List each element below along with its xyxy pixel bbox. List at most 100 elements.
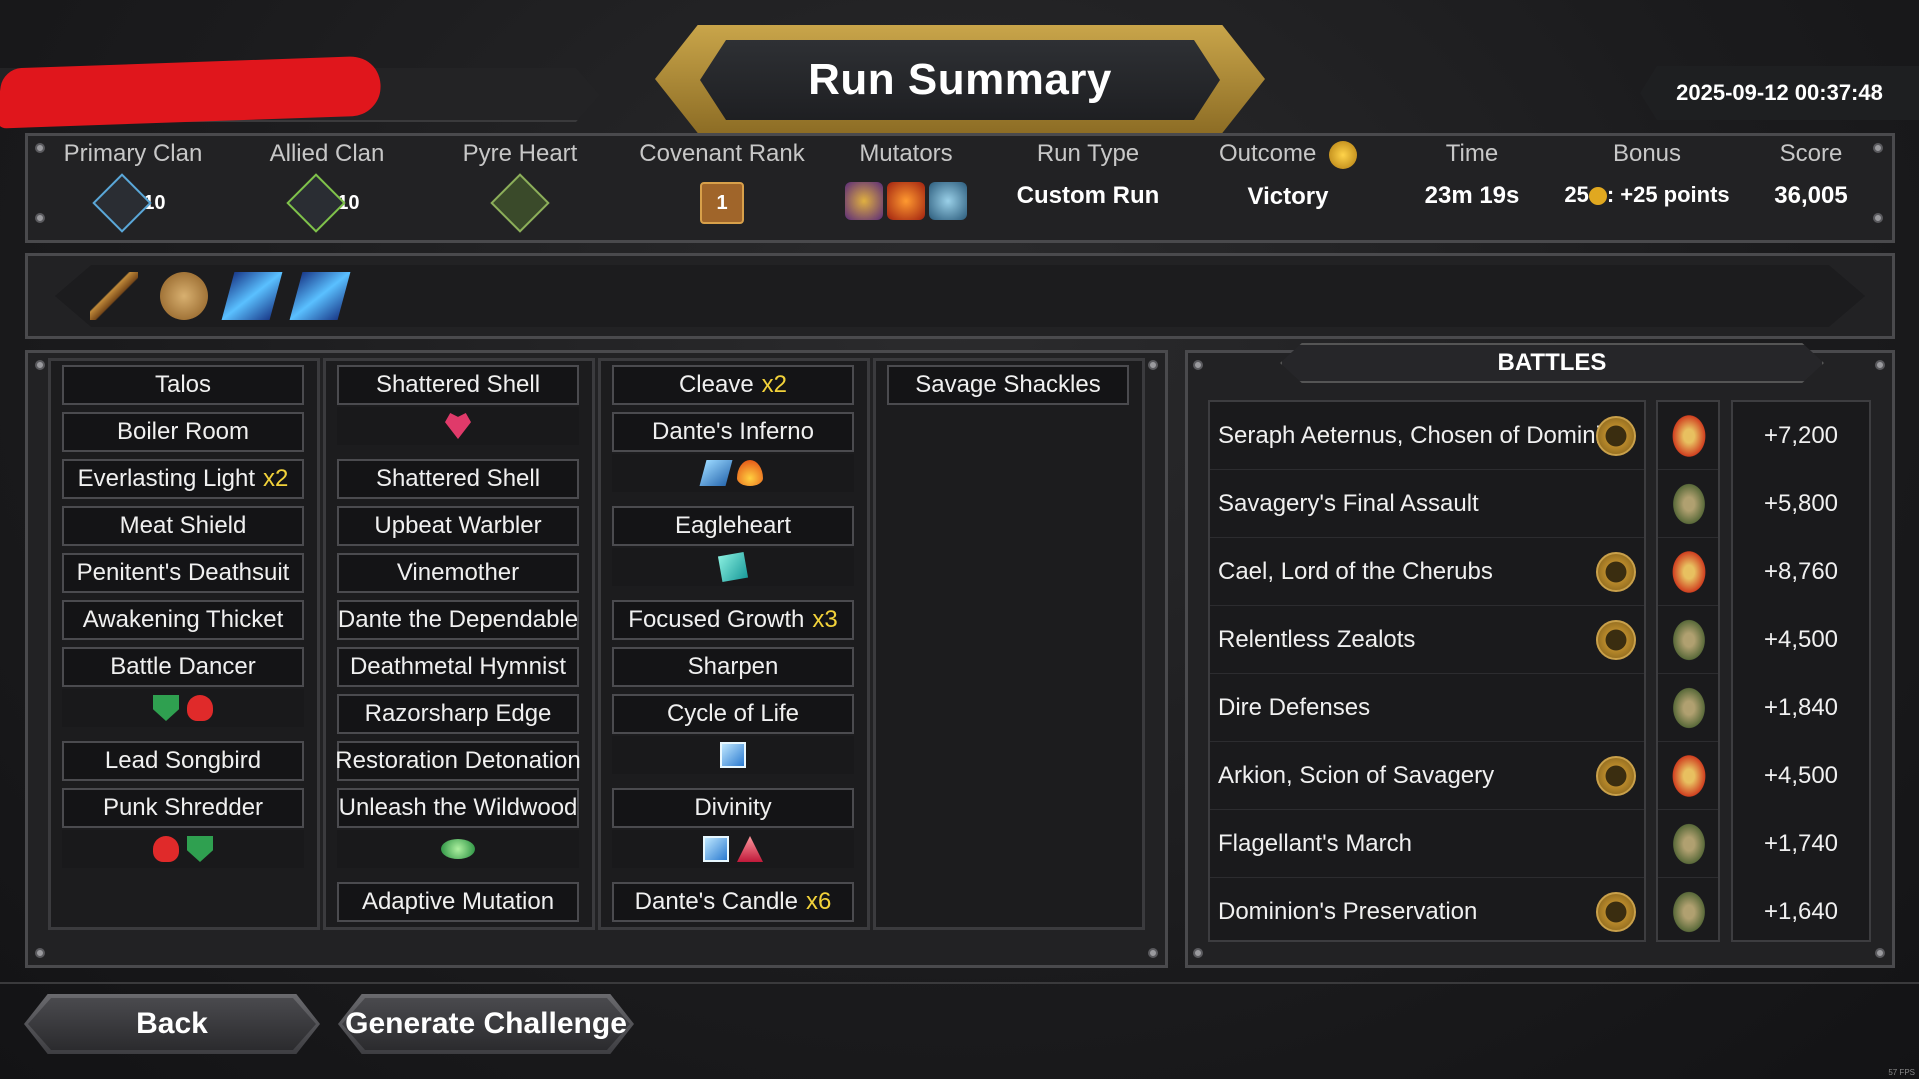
card-punk-shredder[interactable]: Punk Shredder bbox=[62, 788, 304, 828]
red-crystal-icon[interactable] bbox=[737, 836, 763, 862]
battle-row[interactable]: Dominion's Preservation bbox=[1210, 878, 1644, 946]
battle-row[interactable]: Cael, Lord of the Cherubs bbox=[1210, 538, 1644, 606]
boss-badge-icon bbox=[1596, 756, 1636, 796]
card-dante-the-dependable[interactable]: Dante the Dependable bbox=[337, 600, 579, 640]
red-heart-icon[interactable] bbox=[187, 695, 213, 721]
card-everlasting-light[interactable]: Everlasting Light x2 bbox=[62, 459, 304, 499]
pyre-icon bbox=[1670, 820, 1708, 868]
blue-scroll-icon[interactable] bbox=[699, 460, 733, 486]
boss-badge-icon bbox=[1596, 620, 1636, 660]
card-eagleheart[interactable]: Eagleheart bbox=[612, 506, 854, 546]
battle-row[interactable]: Dire Defenses bbox=[1210, 674, 1644, 742]
card-unleash-the-wildwood[interactable]: Unleash the Wildwood bbox=[337, 788, 579, 828]
allied-clan-icon bbox=[285, 173, 346, 233]
battle-row[interactable]: Flagellant's March bbox=[1210, 810, 1644, 878]
rivet-icon bbox=[1873, 213, 1883, 223]
red-heart-icon[interactable] bbox=[153, 836, 179, 862]
card-focused-growth[interactable]: Focused Growth x3 bbox=[612, 600, 854, 640]
time-label: Time bbox=[1445, 140, 1499, 167]
green-shield-icon[interactable] bbox=[187, 836, 213, 862]
card-cycle-of-life[interactable]: Cycle of Life bbox=[612, 694, 854, 734]
pink-heart-gem-icon[interactable] bbox=[445, 413, 471, 439]
primary-clan-icon bbox=[91, 173, 152, 233]
card-dantes-candle[interactable]: Dante's Candle x6 bbox=[612, 882, 854, 922]
card-shattered-shell[interactable]: Shattered Shell bbox=[337, 365, 579, 405]
back-button[interactable]: Back bbox=[24, 994, 320, 1054]
card-vinemother[interactable]: Vinemother bbox=[337, 553, 579, 593]
compass-icon[interactable] bbox=[160, 272, 208, 320]
rivet-icon bbox=[1193, 360, 1203, 370]
battle-names-column: Seraph Aeternus, Chosen of Dominion Sava… bbox=[1208, 400, 1646, 942]
card-deathmetal-hymnist[interactable]: Deathmetal Hymnist bbox=[337, 647, 579, 687]
page-title: Run Summary bbox=[700, 40, 1220, 120]
rivet-icon bbox=[1148, 948, 1158, 958]
pyre-icon bbox=[1670, 616, 1708, 664]
card-penitents-deathsuit[interactable]: Penitent's Deathsuit bbox=[62, 553, 304, 593]
deck-column-3: Cleave x2 Dante's Inferno Eagleheart Focu… bbox=[598, 358, 870, 930]
score-label: Score bbox=[1779, 140, 1843, 167]
card-upgrades bbox=[612, 548, 854, 586]
pyre-heart-icon bbox=[490, 173, 550, 233]
fps-counter: 57 FPS bbox=[1888, 1068, 1915, 1077]
primary-clan-stat[interactable]: Primary Clan 10 bbox=[33, 140, 233, 233]
battles-title: BATTLES bbox=[1280, 343, 1824, 383]
rivet-icon bbox=[1875, 948, 1885, 958]
card-upgrades bbox=[62, 830, 304, 868]
rivet-icon bbox=[35, 360, 45, 370]
card-adaptive-mutation[interactable]: Adaptive Mutation bbox=[337, 882, 579, 922]
teal-card-icon[interactable] bbox=[717, 551, 749, 583]
card-talos[interactable]: Talos bbox=[62, 365, 304, 405]
allied-clan-stat[interactable]: Allied Clan 10 bbox=[227, 140, 427, 233]
boss-badge-icon bbox=[1596, 416, 1636, 456]
card-meat-shield[interactable]: Meat Shield bbox=[62, 506, 304, 546]
battle-score: +8,760 bbox=[1763, 558, 1839, 585]
battle-score: +5,800 bbox=[1763, 490, 1839, 517]
card-razorsharp-edge[interactable]: Razorsharp Edge bbox=[337, 694, 579, 734]
covenant-book-icon: 1 bbox=[700, 182, 744, 224]
pyre-heart-stat[interactable]: Pyre Heart bbox=[420, 140, 620, 233]
green-shield-icon[interactable] bbox=[153, 695, 179, 721]
covenant-rank-stat[interactable]: Covenant Rank 1 bbox=[622, 140, 822, 224]
rivet-icon bbox=[1193, 948, 1203, 958]
deck-column-4: Savage Shackles bbox=[873, 358, 1145, 930]
card-sharpen[interactable]: Sharpen bbox=[612, 647, 854, 687]
run-type-value: Custom Run bbox=[1016, 182, 1160, 209]
battle-pyre-column bbox=[1656, 400, 1720, 942]
flame-icon[interactable] bbox=[737, 460, 763, 486]
blue-cube-icon[interactable] bbox=[703, 836, 729, 862]
card-upgrades bbox=[337, 830, 579, 868]
gold-coin-icon bbox=[1588, 187, 1607, 206]
card-upgrades bbox=[62, 689, 304, 727]
card-awakening-thicket[interactable]: Awakening Thicket bbox=[62, 600, 304, 640]
run-datetime: 2025-09-12 00:37:48 bbox=[1640, 66, 1919, 120]
blue-cube-icon[interactable] bbox=[720, 742, 746, 768]
generate-challenge-button[interactable]: Generate Challenge bbox=[338, 994, 634, 1054]
card-boiler-room[interactable]: Boiler Room bbox=[62, 412, 304, 452]
card-lead-songbird[interactable]: Lead Songbird bbox=[62, 741, 304, 781]
green-eye-gem-icon[interactable] bbox=[441, 839, 475, 859]
card-dantes-inferno[interactable]: Dante's Inferno bbox=[612, 412, 854, 452]
card-savage-shackles[interactable]: Savage Shackles bbox=[887, 365, 1129, 405]
outcome-gold-icon[interactable] bbox=[1329, 140, 1358, 169]
card-shattered-shell[interactable]: Shattered Shell bbox=[337, 459, 579, 499]
battle-row[interactable]: Relentless Zealots bbox=[1210, 606, 1644, 674]
card-restoration-detonation[interactable]: Restoration Detonation bbox=[335, 741, 581, 781]
allied-clan-label: Allied Clan bbox=[269, 140, 385, 167]
mutators-stat[interactable]: Mutators bbox=[806, 140, 1006, 220]
card-upbeat-warbler[interactable]: Upbeat Warbler bbox=[337, 506, 579, 546]
card-battle-dancer[interactable]: Battle Dancer bbox=[62, 647, 304, 687]
pyre-icon bbox=[1670, 480, 1708, 528]
card-divinity[interactable]: Divinity bbox=[612, 788, 854, 828]
boss-badge-icon bbox=[1596, 552, 1636, 592]
battle-row[interactable]: Arkion, Scion of Savagery bbox=[1210, 742, 1644, 810]
rifle-icon[interactable] bbox=[90, 272, 138, 320]
bottom-bar bbox=[0, 982, 1919, 984]
outcome-stat: Outcome Victory bbox=[1188, 140, 1388, 211]
battle-row[interactable]: Savagery's Final Assault bbox=[1210, 470, 1644, 538]
pyre-icon bbox=[1670, 684, 1708, 732]
rivet-icon bbox=[35, 948, 45, 958]
pyre-boss-icon bbox=[1670, 752, 1708, 800]
battle-row[interactable]: Seraph Aeternus, Chosen of Dominion bbox=[1210, 402, 1644, 470]
battle-scores-column: +7,200 +5,800 +8,760 +4,500 +1,840 +4,50… bbox=[1731, 400, 1871, 942]
card-cleave[interactable]: Cleave x2 bbox=[612, 365, 854, 405]
